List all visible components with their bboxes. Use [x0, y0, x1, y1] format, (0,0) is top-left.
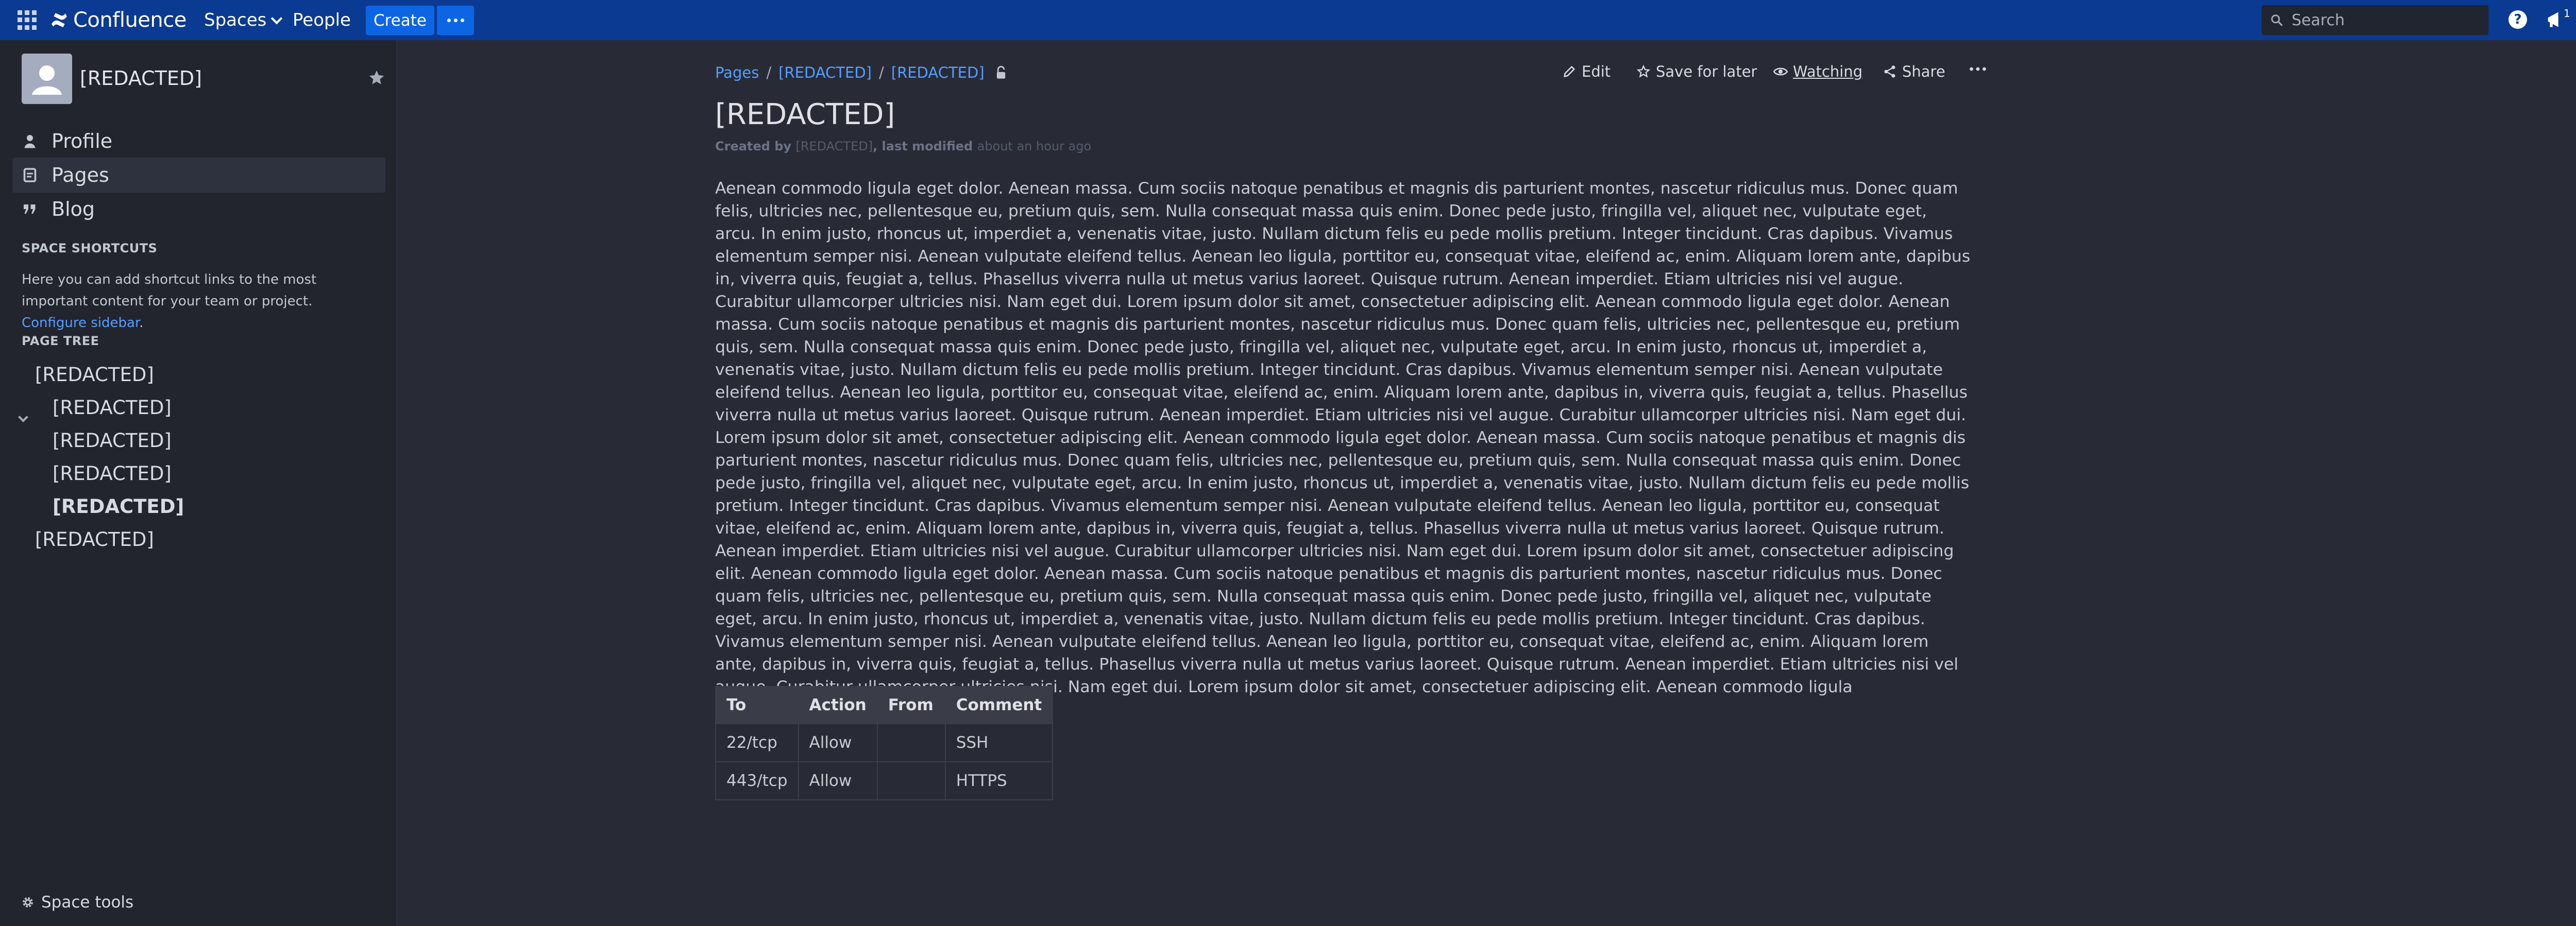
confluence-logo[interactable]: Confluence [50, 7, 187, 33]
tree-item-current[interactable]: [REDACTED] [53, 495, 184, 518]
sidebar-item-pages[interactable]: Pages [12, 158, 385, 193]
help-icon[interactable]: ? [2509, 10, 2527, 29]
create-button[interactable]: Create [366, 6, 434, 35]
table-cell: 22/tcp [715, 723, 799, 762]
document-icon [20, 165, 40, 185]
app-switcher-icon[interactable] [18, 10, 37, 30]
space-avatar-icon [22, 54, 72, 104]
save-for-later-label: Save for later [1656, 63, 1757, 80]
table-header-cell: From [876, 686, 946, 724]
edit-button[interactable]: Edit [1562, 63, 1611, 80]
tree-item[interactable]: [REDACTED] [53, 430, 172, 452]
tree-item[interactable]: [REDACTED] [53, 462, 172, 485]
page-tree-heading: PAGE TREE [22, 334, 99, 348]
sidebar-item-label: Pages [52, 164, 109, 186]
watching-button[interactable]: Watching [1773, 63, 1862, 80]
table-cell: 443/tcp [715, 761, 799, 800]
byline-created-label: Created by [715, 139, 792, 153]
space-tools-button[interactable]: Space tools [21, 893, 133, 912]
table-row: 22/tcp Allow SSH [715, 723, 1054, 762]
page-byline: Created by [REDACTED], last modified abo… [715, 139, 1091, 153]
table-row: 443/tcp Allow HTTPS [715, 761, 1054, 800]
unlock-icon[interactable] [995, 65, 1007, 80]
search-box[interactable] [2262, 5, 2488, 35]
page-title: [REDACTED] [715, 98, 895, 131]
table-cell: Allow [798, 723, 878, 762]
table-cell: SSH [944, 723, 1054, 762]
firewall-rules-table: To Action From Comment 22/tcp Allow SSH … [715, 686, 1054, 800]
breadcrumb-separator: / [878, 64, 884, 81]
configure-sidebar-link[interactable]: Configure sidebar [22, 315, 139, 331]
notification-count: 1 [2564, 7, 2570, 20]
quote-icon [20, 199, 40, 219]
breadcrumb-item[interactable]: [REDACTED] [891, 64, 985, 81]
chevron-down-icon[interactable] [18, 412, 28, 422]
person-icon [20, 131, 40, 151]
sidebar-item-blog[interactable]: Blog [12, 192, 385, 227]
spaces-label: Spaces [204, 10, 267, 30]
logo-text: Confluence [73, 8, 187, 32]
space-tools-label: Space tools [41, 893, 134, 912]
table-header-cell: Comment [944, 686, 1054, 724]
gear-icon [23, 897, 33, 907]
more-actions-button[interactable] [1969, 66, 1987, 72]
sidebar-item-profile[interactable]: Profile [12, 124, 385, 159]
edit-label: Edit [1582, 63, 1611, 80]
table-header-cell: To [715, 686, 799, 724]
shortcuts-help-text: Here you can add shortcut links to the m… [22, 269, 377, 334]
share-icon [1884, 65, 1895, 78]
create-more-button[interactable] [437, 6, 474, 35]
tree-item[interactable]: [REDACTED] [53, 397, 172, 419]
shortcuts-description: Here you can add shortcut links to the m… [22, 272, 317, 309]
search-input[interactable] [2292, 9, 2482, 31]
space-avatar[interactable] [22, 54, 72, 104]
save-for-later-button[interactable]: Save for later [1636, 63, 1757, 80]
space-shortcuts-heading: SPACE SHORTCUTS [22, 241, 158, 255]
search-icon [2271, 14, 2283, 26]
byline-author[interactable]: [REDACTED] [795, 139, 873, 153]
people-link[interactable]: People [293, 9, 351, 31]
spaces-menu[interactable]: Spaces [204, 9, 283, 31]
sidebar-item-label: Profile [52, 130, 113, 152]
table-cell [876, 723, 946, 762]
star-icon[interactable] [368, 69, 385, 87]
byline-time[interactable]: about an hour ago [977, 139, 1092, 153]
tree-item[interactable]: [REDACTED] [35, 364, 154, 386]
top-navigation: Confluence Spaces People Create ? 1 [0, 0, 2576, 40]
table-header-row: To Action From Comment [715, 686, 1054, 724]
space-name[interactable]: [REDACTED] [80, 67, 202, 90]
table-cell [876, 761, 946, 800]
confluence-logo-icon [52, 13, 67, 27]
shortcuts-period: . [139, 315, 144, 331]
more-dots-icon [447, 19, 451, 22]
star-outline-icon [1636, 64, 1651, 78]
byline-modified-label: , last modified [873, 139, 973, 153]
watching-label: Watching [1793, 63, 1863, 80]
table-cell: HTTPS [944, 761, 1054, 800]
chevron-down-icon [271, 12, 283, 25]
table-cell: Allow [798, 761, 878, 800]
table-header-cell: Action [798, 686, 878, 724]
eye-icon [1773, 67, 1788, 76]
breadcrumb-separator: / [766, 64, 772, 81]
sidebar-item-label: Blog [52, 198, 95, 220]
breadcrumb: Pages / [REDACTED] / [REDACTED] [715, 64, 1007, 81]
share-button[interactable]: Share [1883, 63, 1945, 80]
breadcrumb-item[interactable]: [REDACTED] [778, 64, 872, 81]
tree-item[interactable]: [REDACTED] [35, 528, 154, 551]
sidebar: [REDACTED] Profile Pages Blog SPACE SHOR… [0, 40, 397, 926]
page-body-text: Aenean commodo ligula eget dolor. Aenean… [715, 179, 1971, 696]
pencil-icon [1564, 65, 1575, 77]
breadcrumb-item[interactable]: Pages [715, 64, 759, 81]
share-label: Share [1902, 63, 1945, 80]
more-dots-icon [1970, 67, 1986, 71]
